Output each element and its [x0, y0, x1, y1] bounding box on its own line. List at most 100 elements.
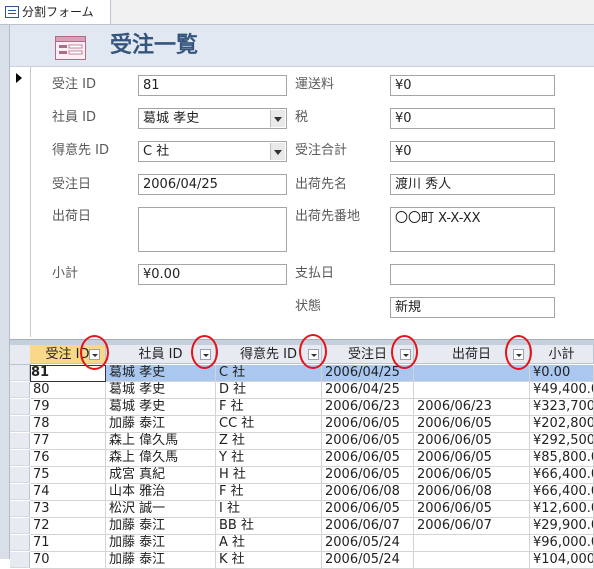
cell-customer-id[interactable]: BB 社 — [216, 518, 322, 535]
cell-customer-id[interactable]: C 社 — [216, 365, 322, 382]
ship-name-field[interactable]: 渡川 秀人 — [390, 174, 555, 195]
cell-customer-id[interactable]: F 社 — [216, 399, 322, 416]
cell-order-date[interactable]: 2006/04/25 — [322, 382, 414, 399]
cell-employee-id[interactable]: 森上 偉久馬 — [106, 450, 216, 467]
cell-order-date[interactable]: 2006/05/24 — [322, 552, 414, 569]
cell-ship-date[interactable]: 2006/06/08 — [414, 484, 530, 501]
cell-order-date[interactable]: 2006/06/07 — [322, 518, 414, 535]
payment-date-field[interactable] — [390, 264, 555, 285]
order-id-field[interactable]: 81 — [138, 75, 287, 96]
cell-ship-date[interactable]: 2006/06/05 — [414, 467, 530, 484]
row-selector[interactable] — [10, 399, 30, 415]
record-selector[interactable] — [10, 67, 31, 337]
cell-order-date[interactable]: 2006/06/05 — [322, 501, 414, 518]
cell-employee-id[interactable]: 松沢 誠一 — [106, 501, 216, 518]
row-selector[interactable] — [10, 552, 30, 568]
cell-subtotal[interactable]: ¥292,500.00 — [530, 433, 594, 450]
cell-order-id[interactable]: 77 — [30, 433, 106, 450]
cell-customer-id[interactable]: D 社 — [216, 382, 322, 399]
row-selector[interactable] — [10, 518, 30, 534]
cell-employee-id[interactable]: 山本 雅治 — [106, 484, 216, 501]
cell-subtotal[interactable]: ¥66,400.00 — [530, 484, 594, 501]
cell-customer-id[interactable]: Y 社 — [216, 450, 322, 467]
cell-order-date[interactable]: 2006/06/08 — [322, 484, 414, 501]
cell-order-id[interactable]: 80 — [30, 382, 106, 399]
cell-customer-id[interactable]: H 社 — [216, 467, 322, 484]
cell-subtotal[interactable]: ¥85,800.00 — [530, 450, 594, 467]
cell-employee-id[interactable]: 加藤 泰江 — [106, 518, 216, 535]
cell-customer-id[interactable]: I 社 — [216, 501, 322, 518]
cell-employee-id[interactable]: 森上 偉久馬 — [106, 433, 216, 450]
row-selector[interactable] — [10, 484, 30, 500]
cell-order-id[interactable]: 70 — [30, 552, 106, 569]
cell-order-id[interactable]: 73 — [30, 501, 106, 518]
subtotal-field[interactable]: ¥0.00 — [138, 264, 287, 285]
cell-ship-date[interactable]: 2006/06/07 — [414, 518, 530, 535]
cell-subtotal[interactable]: ¥0.00 — [530, 365, 594, 382]
row-selector[interactable] — [10, 501, 30, 517]
customer-id-combo[interactable]: C 社 — [138, 141, 287, 162]
tax-field[interactable]: ¥0 — [390, 108, 555, 129]
order-total-field[interactable]: ¥0 — [390, 141, 555, 162]
row-selector[interactable] — [10, 433, 30, 449]
cell-customer-id[interactable]: CC 社 — [216, 416, 322, 433]
shipping-fee-field[interactable]: ¥0 — [390, 75, 555, 96]
cell-ship-date[interactable]: 2006/06/05 — [414, 433, 530, 450]
cell-ship-date[interactable]: 2006/06/23 — [414, 399, 530, 416]
cell-order-date[interactable]: 2006/06/05 — [322, 433, 414, 450]
cell-order-date[interactable]: 2006/06/05 — [322, 450, 414, 467]
row-selector[interactable] — [10, 450, 30, 466]
cell-order-id[interactable]: 74 — [30, 484, 106, 501]
status-field[interactable]: 新規 — [390, 297, 555, 318]
cell-order-id[interactable]: 78 — [30, 416, 106, 433]
chevron-down-icon[interactable] — [270, 143, 285, 160]
form-title: 受注一覧 — [110, 33, 199, 58]
cell-ship-date[interactable] — [414, 535, 530, 552]
document-tab[interactable]: 分割フォーム — [0, 0, 111, 24]
cell-order-id[interactable]: 72 — [30, 518, 106, 535]
row-selector[interactable] — [10, 416, 30, 432]
cell-subtotal[interactable]: ¥104,000.00 — [530, 552, 594, 569]
cell-employee-id[interactable]: 加藤 泰江 — [106, 416, 216, 433]
employee-id-combo[interactable]: 葛城 孝史 — [138, 108, 287, 129]
cell-employee-id[interactable]: 加藤 泰江 — [106, 552, 216, 569]
chevron-down-icon[interactable] — [270, 110, 285, 127]
cell-employee-id[interactable]: 加藤 泰江 — [106, 535, 216, 552]
cell-subtotal[interactable]: ¥96,000.00 — [530, 535, 594, 552]
cell-customer-id[interactable]: K 社 — [216, 552, 322, 569]
select-all-corner[interactable] — [10, 345, 31, 365]
cell-employee-id[interactable]: 葛城 孝史 — [106, 382, 216, 399]
row-selector[interactable] — [10, 467, 30, 483]
cell-order-date[interactable]: 2006/05/24 — [322, 535, 414, 552]
cell-subtotal[interactable]: ¥29,900.00 — [530, 518, 594, 535]
row-selector[interactable] — [10, 382, 30, 398]
cell-subtotal[interactable]: ¥202,800.00 — [530, 416, 594, 433]
row-selector[interactable] — [10, 365, 30, 381]
row-selector[interactable] — [10, 535, 30, 551]
cell-order-id[interactable]: 76 — [30, 450, 106, 467]
cell-subtotal[interactable]: ¥66,400.00 — [530, 467, 594, 484]
cell-ship-date[interactable]: 2006/06/05 — [414, 416, 530, 433]
column-header-subtotal[interactable]: 小計 — [530, 345, 594, 364]
cell-order-id[interactable]: 75 — [30, 467, 106, 484]
cell-customer-id[interactable]: A 社 — [216, 535, 322, 552]
cell-customer-id[interactable]: Z 社 — [216, 433, 322, 450]
cell-employee-id[interactable]: 葛城 孝史 — [106, 399, 216, 416]
order-date-field[interactable]: 2006/04/25 — [138, 174, 287, 195]
cell-ship-date[interactable]: 2006/06/05 — [414, 450, 530, 467]
cell-subtotal[interactable]: ¥49,400.00 — [530, 382, 594, 399]
cell-subtotal[interactable]: ¥323,700.00 — [530, 399, 594, 416]
cell-order-id[interactable]: 79 — [30, 399, 106, 416]
cell-subtotal[interactable]: ¥12,600.00 — [530, 501, 594, 518]
cell-order-id[interactable]: 71 — [30, 535, 106, 552]
cell-ship-date[interactable]: 2006/06/05 — [414, 501, 530, 518]
ship-date-field[interactable] — [138, 207, 287, 252]
ship-address-field[interactable]: 〇〇町 X-X-XX — [390, 207, 555, 252]
cell-order-date[interactable]: 2006/06/23 — [322, 399, 414, 416]
cell-employee-id[interactable]: 成宮 真紀 — [106, 467, 216, 484]
cell-order-date[interactable]: 2006/06/05 — [322, 416, 414, 433]
cell-ship-date[interactable] — [414, 382, 530, 399]
cell-ship-date[interactable] — [414, 552, 530, 569]
cell-order-date[interactable]: 2006/06/05 — [322, 467, 414, 484]
cell-customer-id[interactable]: F 社 — [216, 484, 322, 501]
